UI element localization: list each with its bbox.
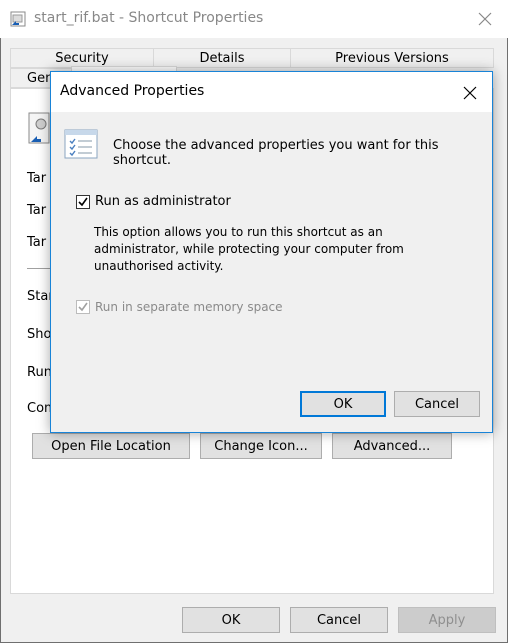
window-title: start_rif.bat - Shortcut Properties — [34, 10, 264, 26]
dialog-title: Advanced Properties — [60, 83, 205, 99]
tab-previous-versions[interactable]: Previous Versions — [290, 48, 494, 68]
dialog-close-button[interactable] — [457, 80, 483, 106]
tab-previous-versions-label: Previous Versions — [335, 50, 449, 66]
admin-description-line-2: administrator, while protecting your com… — [94, 242, 404, 256]
change-icon-button[interactable]: Change Icon... — [200, 433, 322, 459]
tab-details[interactable]: Details — [153, 48, 291, 68]
tab-details-label: Details — [199, 50, 245, 66]
separate-memory-checkbox — [76, 300, 90, 314]
open-file-location-button[interactable]: Open File Location — [32, 433, 190, 459]
target-label: Tar — [27, 235, 47, 250]
run-label: Run — [27, 365, 52, 380]
checkmark-icon — [78, 197, 88, 206]
admin-description: This option allows you to run this short… — [94, 224, 404, 275]
window-titlebar: start_rif.bat - Shortcut Properties — [0, 0, 508, 38]
target-type-label: Tar — [27, 171, 47, 186]
run-as-admin-checkbox-row[interactable]: Run as administrator — [76, 194, 231, 209]
separate-memory-label: Run in separate memory space — [95, 300, 283, 314]
close-icon — [478, 12, 492, 26]
run-as-admin-label: Run as administrator — [95, 194, 231, 209]
dialog-intro-text: Choose the advanced properties you want … — [113, 138, 439, 168]
window-close-button[interactable] — [472, 6, 498, 32]
checklist-icon — [64, 129, 98, 159]
admin-description-line-3: unauthorised activity. — [94, 259, 224, 273]
apply-button[interactable]: Apply — [398, 607, 496, 633]
separate-memory-checkbox-row: Run in separate memory space — [76, 300, 283, 314]
shortcut-file-icon — [10, 11, 26, 27]
close-icon — [463, 86, 477, 100]
cancel-button[interactable]: Cancel — [290, 607, 388, 633]
run-as-admin-checkbox[interactable] — [76, 194, 90, 209]
ok-button[interactable]: OK — [182, 607, 280, 633]
shortcut-icon — [28, 112, 50, 144]
tab-security[interactable]: Security — [10, 48, 154, 68]
dialog-cancel-button[interactable]: Cancel — [394, 391, 480, 417]
checkmark-icon — [78, 302, 88, 312]
admin-description-line-1: This option allows you to run this short… — [94, 225, 383, 239]
shortcut-key-label: Sho — [27, 327, 52, 342]
advanced-properties-dialog: Advanced Properties Choose the advanced … — [50, 71, 493, 433]
advanced-button[interactable]: Advanced... — [332, 433, 452, 459]
dialog-body: Choose the advanced properties you want … — [51, 112, 492, 432]
dialog-titlebar: Advanced Properties — [51, 72, 492, 112]
target-location-label: Tar — [27, 203, 47, 218]
tab-security-label: Security — [55, 50, 109, 66]
dialog-ok-button[interactable]: OK — [300, 391, 386, 417]
